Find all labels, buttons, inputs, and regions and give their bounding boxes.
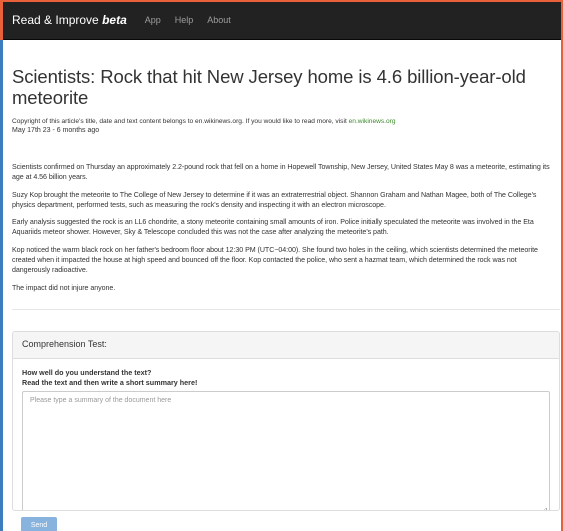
article-title: Scientists: Rock that hit New Jersey hom…: [12, 66, 526, 108]
brand-name: Read & Improve: [12, 12, 99, 27]
nav-link-about[interactable]: About: [207, 15, 231, 25]
question-prompt: How well do you understand the text?: [22, 368, 152, 377]
section-divider: [12, 309, 560, 310]
article-paragraph: Scientists confirmed on Thursday an appr…: [12, 163, 550, 182]
article-paragraph: Early analysis suggested the rock is an …: [12, 218, 534, 237]
summary-box: [22, 391, 550, 510]
brand-beta-label: beta: [102, 12, 127, 27]
source-link[interactable]: en.wikinews.org: [349, 118, 396, 125]
nav-link-help[interactable]: Help: [175, 15, 194, 25]
top-navbar: Read & Improve beta App Help About: [0, 0, 563, 40]
comprehension-test-heading: Comprehension Test:: [13, 332, 559, 359]
window-frame-left-accent: [0, 0, 3, 40]
article-date: May 17th 23 - 6 months ago: [12, 127, 100, 134]
window-frame-left: [0, 0, 3, 531]
comprehension-test-panel: Comprehension Test: How well do you unde…: [12, 331, 560, 511]
send-button[interactable]: Send: [21, 517, 57, 531]
article-paragraph: The impact did not injure anyone.: [12, 283, 116, 292]
question-instruction: Read the text and then write a short sum…: [22, 378, 198, 387]
brand-logo[interactable]: Read & Improve beta: [12, 13, 127, 27]
article-container: Scientists: Rock that hit New Jersey hom…: [12, 40, 560, 300]
window-frame-top: [0, 0, 563, 2]
copyright-text: Copyright of this article's title, date …: [12, 118, 349, 125]
nav-link-app[interactable]: App: [145, 15, 161, 25]
article-body: Scientists confirmed on Thursday an appr…: [12, 162, 560, 293]
article-paragraph: Suzy Kop brought the meteorite to The Co…: [12, 190, 537, 209]
copyright-notice: Copyright of this article's title, date …: [12, 117, 560, 126]
article-paragraph: Kop noticed the warm black rock on her f…: [12, 245, 538, 275]
summary-textarea[interactable]: [23, 392, 549, 510]
comprehension-test-body: How well do you understand the text? Rea…: [13, 359, 559, 510]
resize-handle-icon[interactable]: [541, 508, 547, 510]
